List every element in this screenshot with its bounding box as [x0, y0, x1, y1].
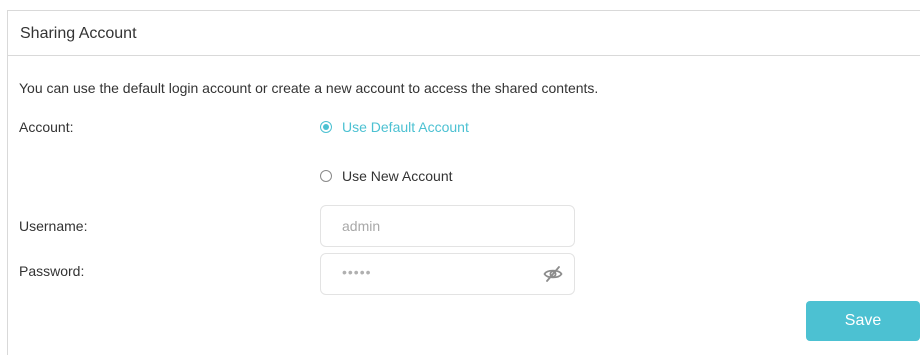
password-input[interactable]: •••••	[320, 253, 575, 295]
use-new-account-label: Use New Account	[342, 168, 453, 184]
password-label: Password:	[19, 263, 85, 279]
save-button[interactable]: Save	[806, 301, 920, 341]
username-input[interactable]: admin	[320, 205, 575, 247]
account-label: Account:	[19, 119, 74, 135]
panel-title: Sharing Account	[20, 25, 137, 42]
radio-unchecked-icon	[320, 170, 332, 182]
radio-checked-icon	[320, 121, 332, 133]
username-value: admin	[342, 218, 381, 234]
eye-slash-icon[interactable]	[543, 266, 563, 282]
panel-header: Sharing Account	[8, 11, 920, 56]
use-new-account-radio[interactable]: Use New Account	[320, 168, 453, 184]
use-default-account-label: Use Default Account	[342, 119, 469, 135]
password-value: •••••	[342, 264, 372, 280]
use-default-account-radio[interactable]: Use Default Account	[320, 119, 469, 135]
description-text: You can use the default login account or…	[19, 80, 599, 96]
username-label: Username:	[19, 218, 88, 234]
sharing-account-panel: Sharing Account	[7, 10, 920, 355]
